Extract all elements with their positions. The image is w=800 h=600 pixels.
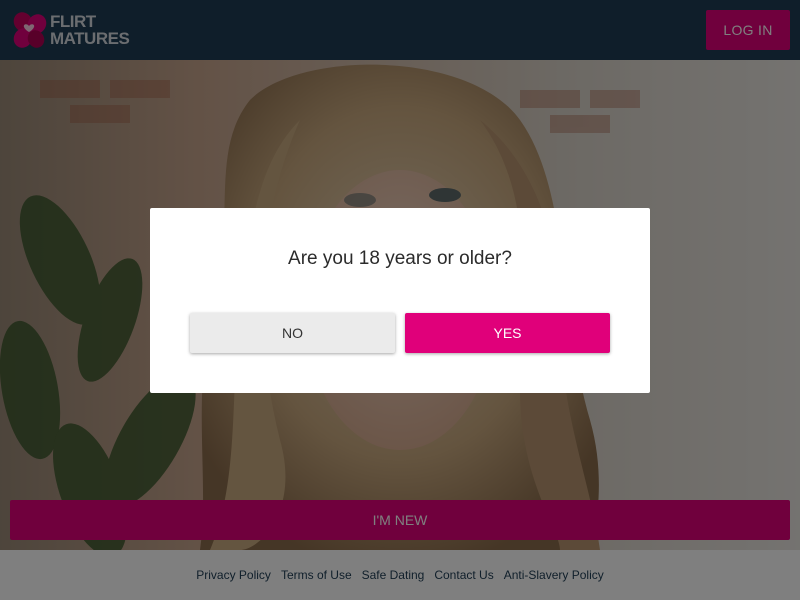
- yes-button[interactable]: YES: [405, 313, 610, 353]
- no-button[interactable]: NO: [190, 313, 395, 353]
- age-verification-modal: Are you 18 years or older? NO YES: [150, 208, 650, 393]
- page: FLIRT MATURES LOG IN: [0, 0, 800, 600]
- age-question: Are you 18 years or older?: [288, 248, 512, 269]
